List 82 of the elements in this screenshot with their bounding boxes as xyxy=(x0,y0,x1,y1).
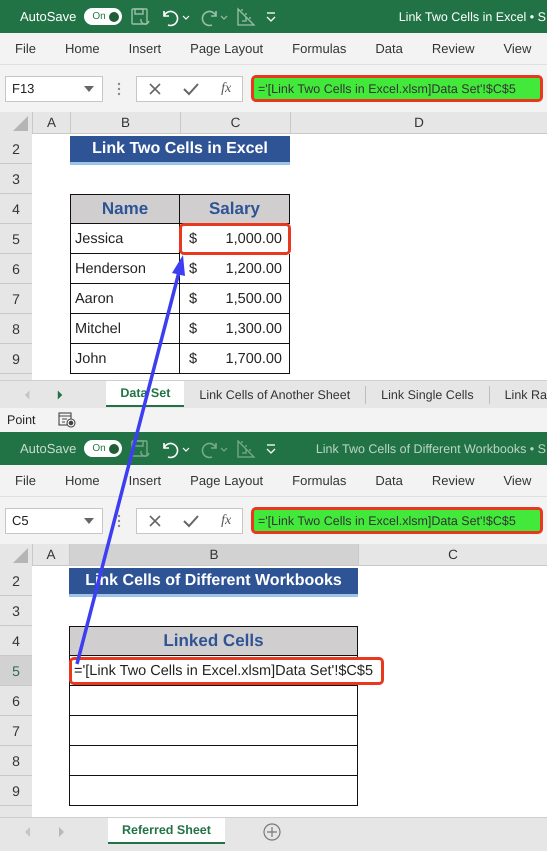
sheet-tab[interactable]: Referred Sheet xyxy=(108,818,225,844)
row-header[interactable]: 5 xyxy=(0,224,32,254)
enter-icon[interactable] xyxy=(183,82,200,96)
insert-function-button[interactable]: fx xyxy=(221,80,232,96)
amount: 1,300.00 xyxy=(226,320,282,336)
row-header[interactable]: 5 xyxy=(0,656,32,686)
table-cell: Mitchel xyxy=(70,314,180,344)
dropdown-icon[interactable] xyxy=(84,518,94,524)
currency-symbol: $ xyxy=(189,320,198,336)
ribbon-tab[interactable]: Home xyxy=(64,473,100,488)
formula-field[interactable]: ='[Link Two Cells in Excel.xlsm]Data Set'!$C$5 xyxy=(251,75,543,102)
table-cell: John xyxy=(70,344,180,374)
amount: 1,200.00 xyxy=(226,260,282,276)
ribbon-tab[interactable]: Page Layout xyxy=(190,41,264,56)
insert-function-button[interactable]: fx xyxy=(221,512,232,528)
row-header[interactable]: 9 xyxy=(0,776,32,806)
amount: 1,500.00 xyxy=(226,290,282,306)
row-header[interactable]: 3 xyxy=(0,164,32,194)
row-header[interactable]: 6 xyxy=(0,686,32,716)
autosave-toggle[interactable]: On xyxy=(84,8,122,25)
ribbon-tab[interactable]: View xyxy=(503,41,532,56)
ribbon-tab[interactable]: Data xyxy=(375,473,403,488)
window-title: Link Two Cells in Excel • S xyxy=(398,10,547,24)
row-header[interactable]: 7 xyxy=(0,284,32,314)
table-cell: Aaron xyxy=(70,284,180,314)
more-options-icon[interactable] xyxy=(117,514,121,528)
scroll-right-icon[interactable] xyxy=(56,390,64,400)
ribbon-tab[interactable]: Page Layout xyxy=(190,473,264,488)
column-heading: Linked Cells xyxy=(69,626,358,656)
autosave-label: AutoSave xyxy=(20,9,76,24)
row-header[interactable]: 3 xyxy=(0,596,32,626)
row-header[interactable]: 7 xyxy=(0,716,32,746)
table-cell: ='[Link Two Cells in Excel.xlsm]Data Set'!$C$5 xyxy=(69,656,384,684)
currency-symbol: $ xyxy=(189,260,198,276)
cancel-icon[interactable] xyxy=(148,514,162,528)
row-header[interactable]: 2 xyxy=(0,566,32,596)
row-header[interactable]: 8 xyxy=(0,314,32,344)
sheet-tab[interactable]: Link Single Cells xyxy=(366,386,490,404)
row-header[interactable]: 4 xyxy=(0,194,32,224)
table-cell: Henderson xyxy=(70,254,180,284)
ribbon-tab[interactable]: Home xyxy=(64,41,100,56)
ribbon-tab[interactable]: File xyxy=(15,41,36,56)
ribbon-tab[interactable]: Insert xyxy=(128,41,162,56)
sheet-tab[interactable]: Link Ra xyxy=(490,386,547,404)
name-box[interactable]: F13 xyxy=(5,76,103,102)
add-sheet-icon[interactable] xyxy=(262,822,281,840)
ribbon-tab[interactable]: Formulas xyxy=(292,41,346,56)
sheet-heading: Link Two Cells in Excel xyxy=(70,136,290,165)
window-title: Link Two Cells of Different Workbooks • S xyxy=(316,442,547,456)
macro-record-icon[interactable] xyxy=(58,412,76,428)
ribbon-tab[interactable]: Data xyxy=(375,41,403,56)
column-header[interactable]: B xyxy=(69,544,358,566)
ribbon-tab[interactable]: View xyxy=(503,473,532,488)
amount: 1,000.00 xyxy=(226,230,282,246)
name-box[interactable]: C5 xyxy=(5,508,103,534)
sheet-tab[interactable]: Link Cells of Another Sheet xyxy=(184,386,366,404)
row-header[interactable]: 8 xyxy=(0,746,32,776)
ribbon-tab[interactable]: Insert xyxy=(128,473,162,488)
dropdown-icon[interactable] xyxy=(84,86,94,92)
status-text: Point xyxy=(7,413,36,427)
row-header[interactable]: 6 xyxy=(0,254,32,284)
ribbon-tab[interactable]: Review xyxy=(432,473,474,488)
row-header[interactable]: 9 xyxy=(0,344,32,374)
currency-symbol: $ xyxy=(189,350,198,366)
table-cell: Jessica xyxy=(70,224,180,254)
cancel-icon[interactable] xyxy=(148,82,162,96)
ribbon-tab[interactable]: File xyxy=(15,473,36,488)
column-heading: Salary xyxy=(180,194,290,224)
row-header[interactable]: 2 xyxy=(0,134,32,164)
amount: 1,700.00 xyxy=(226,350,282,366)
currency-symbol: $ xyxy=(189,230,198,246)
column-heading: Name xyxy=(70,194,180,224)
save-icon[interactable] xyxy=(130,6,152,26)
enter-icon[interactable] xyxy=(183,514,200,528)
currency-symbol: $ xyxy=(189,290,198,306)
formula-field[interactable]: ='[Link Two Cells in Excel.xlsm]Data Set'!$C$5 xyxy=(251,507,543,534)
more-options-icon[interactable] xyxy=(117,82,121,96)
ribbon-tab[interactable]: Formulas xyxy=(292,473,346,488)
ribbon-tab[interactable]: Review xyxy=(432,41,474,56)
ruler-icon[interactable] xyxy=(236,6,256,26)
autosave-label: AutoSave xyxy=(20,441,76,456)
customize-icon[interactable] xyxy=(264,10,278,24)
